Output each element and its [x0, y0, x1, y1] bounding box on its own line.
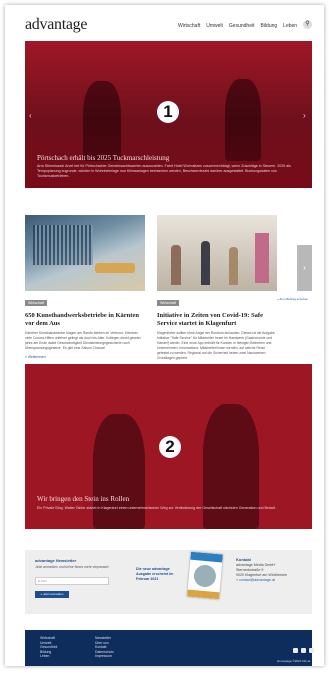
- newsletter-text: Jetzt anmelden und keine News mehr verpa…: [35, 565, 110, 569]
- promo-banner[interactable]: 2 Wir bringen den Stein ins Rollen Ein P…: [25, 364, 312, 529]
- hero-slider[interactable]: ‹ › 1 Pörtschach erhält bis 2025 Tuckmar…: [25, 41, 312, 188]
- contact-email-link[interactable]: » contact@advantage.at: [236, 578, 275, 582]
- footer-pages: Newsletter Über uns Kontakt Datenschutz …: [95, 636, 114, 659]
- header: advantage Wirtschaft Umwelt Gesundheit B…: [5, 5, 324, 39]
- article-title[interactable]: Initiative in Zeiten von Covid-19: Safe …: [157, 312, 277, 328]
- nav-item-umwelt[interactable]: Umwelt: [206, 23, 223, 29]
- newsletter-section: advantage Newsletter Jetzt anmelden und …: [25, 550, 312, 614]
- logo[interactable]: advantage: [25, 17, 87, 33]
- hero-prev-arrow-icon[interactable]: ‹: [29, 111, 32, 120]
- footer-link[interactable]: Newsletter: [95, 636, 114, 641]
- article-title[interactable]: 650 Kunsthandwerksbetriebe in Kärnten vo…: [25, 312, 145, 328]
- promo-person-left: [93, 414, 145, 529]
- contact-line: Sterneckstraße 9: [236, 568, 264, 572]
- nav-item-bildung[interactable]: Bildung: [260, 23, 277, 29]
- newsletter-title: advantage Newsletter: [35, 558, 77, 563]
- footer-link[interactable]: Impressum: [95, 654, 114, 659]
- hero-text: Arra Stimmloses! Arvel bet für Pörtschac…: [37, 164, 291, 178]
- hero-badge: 1: [157, 101, 179, 123]
- article-tag[interactable]: Wirtschaft: [25, 300, 47, 306]
- article-text: Klagenfurter sollten ohne Angst der Rund…: [157, 331, 275, 360]
- all-articles-link[interactable]: » Zum Beitrag ansehen: [277, 297, 308, 301]
- nav-item-leben[interactable]: Leben: [283, 23, 297, 29]
- article-image-street[interactable]: [157, 215, 277, 291]
- page: advantage Wirtschaft Umwelt Gesundheit B…: [5, 5, 324, 666]
- footer-link[interactable]: Wirtschaft: [40, 636, 57, 641]
- article-image-weaving[interactable]: [25, 215, 145, 291]
- nav-item-wirtschaft[interactable]: Wirtschaft: [178, 23, 200, 29]
- read-more-link[interactable]: » Weiterlesen: [25, 355, 145, 359]
- article-text: Kärntner Kunsthandwerker klagen am Rande…: [25, 331, 141, 350]
- footer-link[interactable]: Leben: [40, 654, 57, 659]
- email-field[interactable]: E-Mail: [35, 577, 109, 585]
- magazine-cover[interactable]: [187, 551, 223, 600]
- contact-line: 9020 Klagenfurt am Wörthersee: [236, 573, 287, 577]
- contact-line: advantage Media GmbH: [236, 563, 275, 567]
- article-card[interactable]: Wirtschaft Initiative in Zeiten von Covi…: [157, 215, 277, 361]
- subscribe-button[interactable]: » Jetzt anmelden: [35, 591, 69, 598]
- instagram-icon[interactable]: [309, 648, 314, 653]
- facebook-icon[interactable]: [293, 648, 298, 653]
- copyright: Homepage ©2021 Nrk.at: [277, 659, 311, 663]
- nav-item-gesundheit[interactable]: Gesundheit: [229, 23, 255, 29]
- magazine-announcement: Die neue advantage Ausgabe erscheint im …: [136, 567, 174, 581]
- article-tag[interactable]: Wirtschaft: [157, 300, 179, 306]
- main-nav: Wirtschaft Umwelt Gesundheit Bildung Leb…: [178, 23, 297, 29]
- social-icons: [293, 648, 314, 653]
- promo-text: Ein Private Blog. Walter Tabler startet …: [37, 506, 277, 510]
- hero-next-arrow-icon[interactable]: ›: [303, 111, 306, 120]
- article-carousel: Wirtschaft 650 Kunsthandwerksbetriebe in…: [25, 215, 312, 365]
- promo-title[interactable]: Wir bringen den Stein ins Rollen: [37, 495, 129, 503]
- carousel-next-icon[interactable]: ›: [297, 245, 312, 291]
- contact-block: Kontakt advantage Media GmbH Sterneckstr…: [236, 557, 287, 583]
- search-icon[interactable]: ⚲: [303, 20, 312, 29]
- youtube-icon[interactable]: [301, 648, 306, 653]
- promo-badge: 2: [159, 436, 181, 458]
- footer-categories: Wirtschaft Umwelt Gesundheit Bildung Leb…: [40, 636, 57, 659]
- article-card[interactable]: Wirtschaft 650 Kunsthandwerksbetriebe in…: [25, 215, 145, 359]
- contact-title: Kontakt: [236, 557, 251, 562]
- footer: Wirtschaft Umwelt Gesundheit Bildung Leb…: [25, 630, 314, 666]
- hero-title[interactable]: Pörtschach erhält bis 2025 Tuckmarschlei…: [37, 154, 169, 162]
